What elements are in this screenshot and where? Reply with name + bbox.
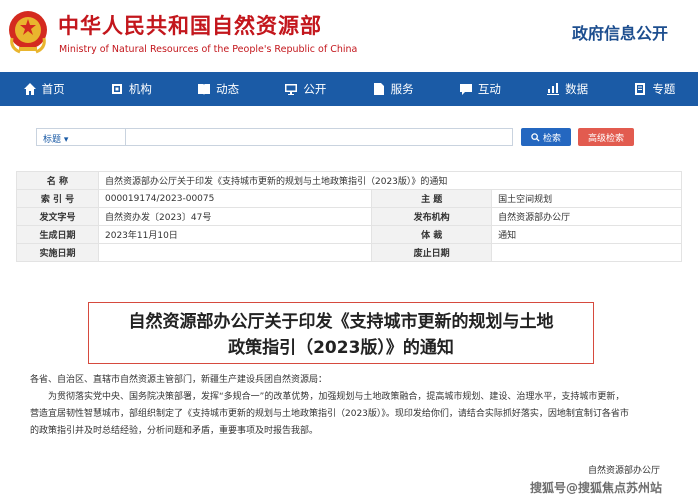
document-icon (373, 83, 384, 95)
name-value: 自然资源部办公厅关于印发《支持城市更新的规划与土地政策指引（2023版）》的通知 (98, 171, 682, 190)
main-nav: 首页 机构 动态 公开 服务 互动 数据 专题 (0, 72, 698, 106)
date-key: 生成日期 (16, 225, 99, 244)
nav-item-topic[interactable]: 专题 (611, 72, 698, 106)
nav-item-data[interactable]: 数据 (524, 72, 611, 106)
document-title-line: 自然资源部办公厅关于印发《支持城市更新的规划与土地 (128, 312, 554, 332)
paragraph-line: 的政策指引并及时总结经验，分析问题和矛盾，重要事项及时报告我部。 (30, 426, 319, 436)
advanced-search-button[interactable]: 高级检索 (578, 128, 634, 146)
document-title: 自然资源部办公厅关于印发《支持城市更新的规划与土地 政策指引（2023版）》的通… (88, 302, 594, 364)
table-row: 索 引 号 000019174/2023-00075 主 题 国土空间规划 (16, 189, 682, 208)
nav-item-news[interactable]: 动态 (175, 72, 262, 106)
search-button[interactable]: 检索 (521, 128, 571, 146)
expire-key: 废止日期 (371, 243, 493, 262)
source-watermark: 搜狐号@搜狐焦点苏州站 (530, 481, 663, 495)
chevron-down-icon: ▾ (63, 135, 69, 145)
issuer-key: 发布机构 (371, 207, 493, 226)
subject-value: 国土空间规划 (491, 189, 682, 208)
document-signature: 自然资源部办公厅 (588, 466, 661, 476)
nav-item-service[interactable]: 服务 (349, 72, 436, 106)
table-row: 实施日期 废止日期 (16, 243, 682, 262)
national-emblem-icon (9, 11, 47, 54)
name-key: 名 称 (16, 171, 99, 190)
impl-key: 实施日期 (16, 243, 99, 262)
issuer-value: 自然资源部办公厅 (491, 207, 682, 226)
genre-value: 通知 (491, 225, 682, 244)
document-title-line: 政策指引（2023版）》的通知 (228, 338, 454, 358)
info-table: 名 称 自然资源部办公厅关于印发《支持城市更新的规划与土地政策指引（2023版）… (16, 171, 682, 262)
paragraph-line: 营造宜居韧性智慧城市，部组织制定了《支持城市更新的规划与土地政策指引（2023版… (30, 409, 629, 419)
topic-icon (635, 83, 646, 95)
table-row: 生成日期 2023年11月10日 体 裁 通知 (16, 225, 682, 244)
nav-item-home[interactable]: 首页 (0, 72, 87, 106)
home-icon (23, 83, 36, 95)
chat-icon (459, 84, 472, 95)
site-subtitle-en: Ministry of Natural Resources of the Peo… (59, 44, 358, 55)
docno-key: 发文字号 (16, 207, 99, 226)
gov-info-public-link[interactable]: 政府信息公开 (572, 20, 668, 44)
search-icon (531, 132, 540, 142)
book-icon (198, 84, 211, 95)
site-title: 中华人民共和国自然资源部 (58, 14, 322, 38)
salutation: 各省、自治区、直辖市自然资源主管部门，新疆生产建设兵团自然资源局： (30, 375, 328, 385)
nav-item-public[interactable]: 公开 (262, 72, 349, 106)
monitor-icon (285, 84, 298, 95)
index-key: 索 引 号 (16, 189, 99, 208)
date-value: 2023年11月10日 (97, 225, 373, 244)
index-value: 000019174/2023-00075 (97, 189, 373, 208)
paragraph-line: 为贯彻落实党中央、国务院决策部署，发挥“多规合一”的改革优势，加强规划与土地政策… (48, 392, 625, 402)
table-row: 名 称 自然资源部办公厅关于印发《支持城市更新的规划与土地政策指引（2023版）… (16, 171, 682, 190)
table-row: 发文字号 自然资办发〔2023〕47号 发布机构 自然资源部办公厅 (16, 207, 682, 226)
subject-key: 主 题 (371, 189, 493, 208)
search-input[interactable] (125, 128, 513, 146)
docno-value: 自然资办发〔2023〕47号 (97, 207, 373, 226)
site-header: 中华人民共和国自然资源部 Ministry of Natural Resourc… (0, 0, 698, 72)
nav-item-interact[interactable]: 互动 (436, 72, 523, 106)
expire-value (491, 243, 682, 262)
impl-value (97, 243, 373, 262)
nav-item-org[interactable]: 机构 (87, 72, 174, 106)
org-icon (111, 84, 122, 94)
search-field-select[interactable]: 标题 ▾ (36, 128, 126, 146)
genre-key: 体 裁 (371, 225, 493, 244)
document-body: 各省、自治区、直辖市自然资源主管部门，新疆生产建设兵团自然资源局： 为贯彻落实党… (30, 372, 670, 440)
chart-icon (547, 83, 560, 95)
